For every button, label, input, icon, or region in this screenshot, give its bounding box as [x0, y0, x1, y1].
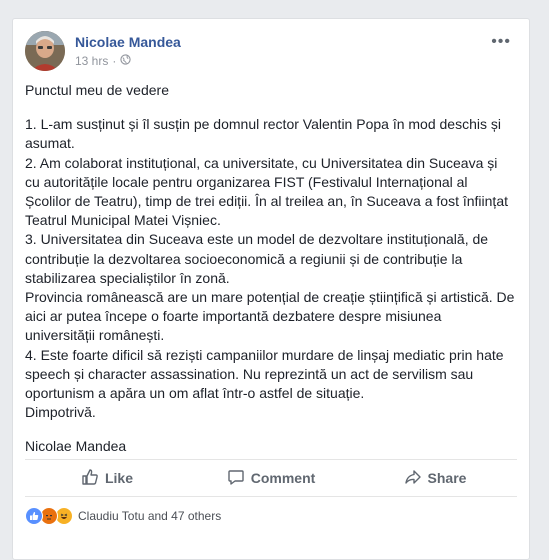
- reactions-summary[interactable]: Claudiu Totu and 47 others: [25, 507, 221, 525]
- reactions-count-link[interactable]: Claudiu Totu and 47 others: [78, 509, 221, 523]
- globe-icon[interactable]: [120, 54, 131, 68]
- like-reaction-icon: [25, 507, 43, 525]
- avatar-photo: [25, 31, 65, 71]
- post-body: Punctul meu de vedere 1. L-am susținut ș…: [25, 81, 515, 457]
- post-paragraph: Provincia românească are un mare potenți…: [25, 289, 515, 344]
- comment-icon: [227, 468, 245, 489]
- comment-label: Comment: [250, 470, 316, 486]
- share-arrow-icon: [404, 468, 422, 489]
- post-actions: Like Comment Share: [25, 459, 517, 497]
- post-paragraph: 3. Universitatea din Suceava este un mod…: [25, 231, 489, 286]
- author-name[interactable]: Nicolae Mandea: [75, 34, 181, 50]
- comment-button[interactable]: Comment: [189, 460, 353, 496]
- post-paragraph: 1. L-am susținut și îl susțin pe domnul …: [25, 116, 501, 152]
- share-button[interactable]: Share: [353, 460, 517, 496]
- share-label: Share: [427, 470, 467, 486]
- like-button[interactable]: Like: [25, 460, 189, 496]
- post-paragraph: 2. Am colaborat instituțional, ca univer…: [25, 154, 508, 229]
- post-signature: Nicolae Mandea: [25, 438, 127, 455]
- post-card: Nicolae Mandea 13 hrs · ••• Punctul meu …: [12, 18, 530, 560]
- thumbs-up-icon: [81, 468, 99, 489]
- avatar[interactable]: [25, 31, 65, 71]
- post-header: Nicolae Mandea 13 hrs · •••: [25, 31, 515, 73]
- post-heading: Punctul meu de vedere: [25, 82, 169, 98]
- post-time[interactable]: 13 hrs: [75, 54, 108, 68]
- meta-separator: ·: [112, 54, 117, 68]
- more-options-icon[interactable]: •••: [491, 33, 511, 51]
- post-meta: 13 hrs ·: [75, 54, 131, 68]
- like-label: Like: [104, 470, 133, 486]
- post-paragraph: Dimpotrivă.: [25, 404, 96, 421]
- post-paragraph: 4. Este foarte dificil să reziști campan…: [25, 346, 504, 402]
